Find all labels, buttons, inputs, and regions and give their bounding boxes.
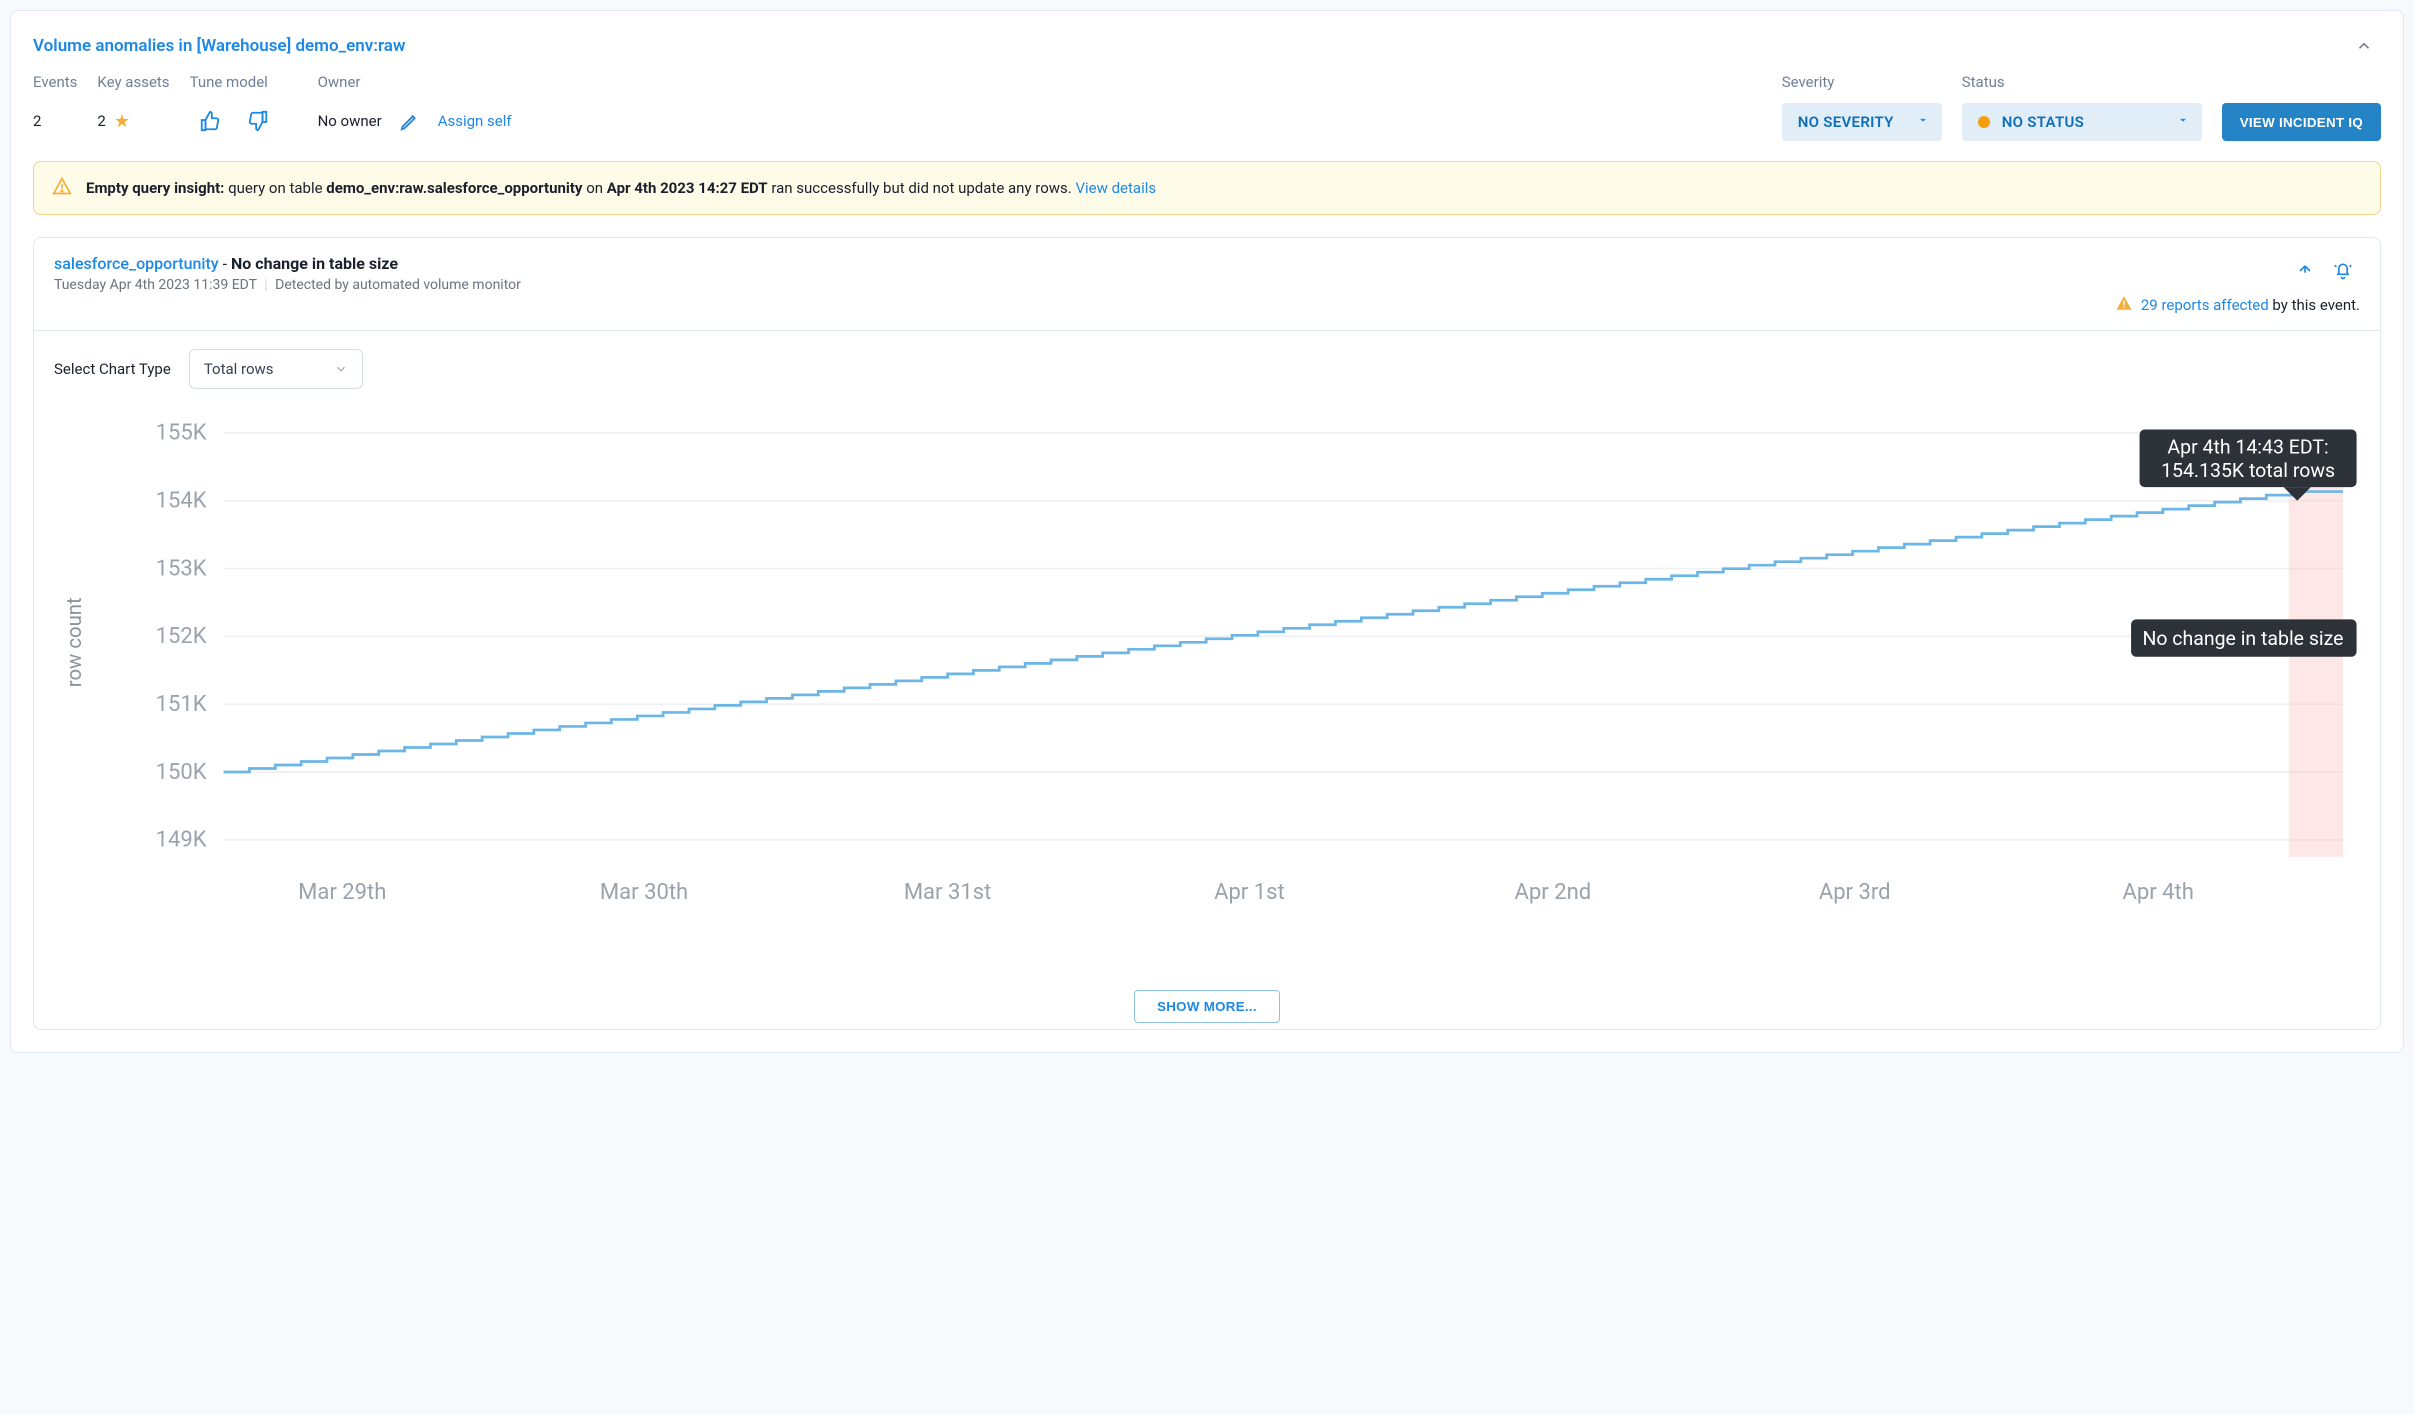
reports-suffix: by this event. [2269,296,2360,314]
svg-text:155K: 155K [156,421,207,446]
svg-text:Apr 1st: Apr 1st [1214,880,1285,905]
chart-type-selected: Total rows [204,360,274,378]
status-value: NO STATUS [2002,113,2084,131]
events-label: Events [33,73,77,91]
thumbs-up-button[interactable] [190,103,230,139]
status-label: Status [1962,73,2202,91]
insight-time: Apr 4th 2023 14:27 EDT [607,179,768,197]
meta-row: Events 2 Key assets 2 ★ Tune model Owner [33,73,2381,141]
owner-col: Owner No owner Assign self [318,73,512,139]
event-title: salesforce_opportunity - No change in ta… [54,254,521,273]
chart-type-label: Select Chart Type [54,360,171,378]
reports-line: 29 reports affected by this event. [2115,294,2360,316]
svg-text:Apr 2nd: Apr 2nd [1515,880,1592,905]
chart-line [224,492,2343,772]
svg-text:149K: 149K [156,828,207,853]
status-select[interactable]: NO STATUS [1962,103,2202,141]
chart-wrap: row count 149K 150K 151K 152K 153K 154K [34,389,2380,972]
chart-controls: Select Chart Type Total rows [34,331,2380,389]
tooltip-status: No change in table size [2131,619,2357,656]
svg-text:Mar 30th: Mar 30th [600,880,688,905]
chevron-down-icon [1916,113,1930,131]
svg-text:151K: 151K [156,692,207,717]
svg-text:Mar 31st: Mar 31st [904,880,992,905]
show-more-button[interactable]: SHOW MORE... [1134,990,1280,1023]
tune-label: Tune model [190,73,278,91]
svg-text:154K: 154K [156,489,207,514]
key-assets-value: 2 [97,112,105,130]
insight-banner: Empty query insight: query on table demo… [33,161,2381,215]
svg-text:153K: 153K [156,556,207,581]
severity-col: Severity NO SEVERITY [1782,73,1942,141]
event-status: No change in table size [231,254,398,273]
event-detected-by: Detected by automated volume monitor [275,277,521,293]
svg-text:152K: 152K [156,624,207,649]
event-sub: Tuesday Apr 4th 2023 11:39 EDT | Detecte… [54,277,521,293]
view-incident-iq-button[interactable]: VIEW INCIDENT IQ [2222,103,2381,141]
severity-select[interactable]: NO SEVERITY [1782,103,1942,141]
severity-value: NO SEVERITY [1798,113,1894,131]
spacer-label [2222,73,2381,91]
reports-affected-link[interactable]: 29 reports affected [2141,296,2269,314]
svg-text:150K: 150K [156,760,207,785]
assign-self-link[interactable]: Assign self [438,112,512,130]
lineage-icon[interactable] [2288,254,2322,288]
title-row: Volume anomalies in [Warehouse] demo_env… [33,29,2381,63]
event-timestamp: Tuesday Apr 4th 2023 11:39 EDT [54,277,257,293]
insight-table: demo_env:raw.salesforce_opportunity [326,179,582,197]
svg-text:Apr 4th: Apr 4th [2123,880,2194,905]
svg-text:Apr 4th 14:43 EDT:: Apr 4th 14:43 EDT: [2167,435,2328,458]
incident-title-link[interactable]: Volume anomalies in [Warehouse] demo_env… [33,36,405,56]
events-value: 2 [33,112,41,130]
thumbs-down-button[interactable] [238,103,278,139]
warning-triangle-icon [2115,294,2133,316]
chevron-down-icon [334,362,348,376]
tune-col: Tune model [190,73,278,139]
row-count-chart[interactable]: row count 149K 150K 151K 152K 153K 154K [54,399,2360,942]
chart-ylabel: row count [62,597,86,687]
key-assets-label: Key assets [97,73,169,91]
show-more-row: SHOW MORE... [34,972,2380,1029]
insight-text: Empty query insight: query on table demo… [86,179,1156,197]
incident-card: Volume anomalies in [Warehouse] demo_env… [10,10,2404,1053]
collapse-chevron-icon[interactable] [2347,29,2381,63]
view-iq-col: VIEW INCIDENT IQ [2222,73,2381,141]
key-assets-col: Key assets 2 ★ [97,73,169,139]
event-asset-link[interactable]: salesforce_opportunity [54,254,219,273]
svg-text:No change in table size: No change in table size [2142,627,2343,650]
severity-label: Severity [1782,73,1942,91]
status-dot-icon [1978,116,1990,128]
chevron-down-icon [2176,113,2190,131]
svg-text:154.135K total rows: 154.135K total rows [2161,459,2335,482]
svg-text:Apr 3rd: Apr 3rd [1819,880,1891,905]
events-col: Events 2 [33,73,77,139]
owner-label: Owner [318,73,512,91]
edit-owner-icon[interactable] [390,103,430,139]
x-axis: Mar 29th Mar 30th Mar 31st Apr 1st Apr 2… [298,880,2194,905]
view-details-link[interactable]: View details [1075,179,1156,197]
bell-icon[interactable] [2326,254,2360,288]
event-card: salesforce_opportunity - No change in ta… [33,237,2381,1030]
warning-triangle-icon [52,176,72,200]
chart-type-select[interactable]: Total rows [189,349,363,389]
svg-text:Mar 29th: Mar 29th [298,880,386,905]
status-col: Status NO STATUS [1962,73,2202,141]
owner-value: No owner [318,112,382,130]
star-icon: ★ [114,111,130,132]
insight-prefix: Empty query insight: [86,179,224,197]
event-head: salesforce_opportunity - No change in ta… [34,238,2380,331]
